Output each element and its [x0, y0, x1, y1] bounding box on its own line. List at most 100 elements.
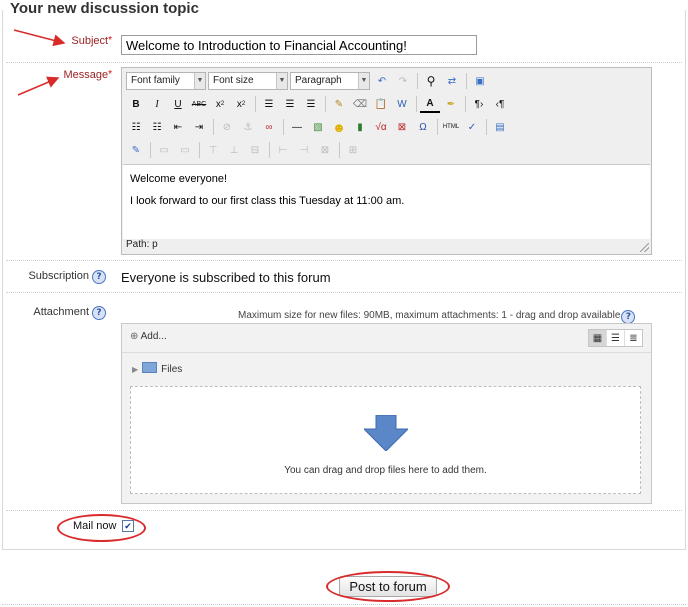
message-label-text: Message	[63, 69, 109, 81]
html-icon[interactable]: HTML	[441, 118, 461, 136]
subject-label: Subject*	[60, 35, 112, 47]
tree-view-icon[interactable]: ≣	[625, 330, 642, 346]
insert-col-before-icon[interactable]: ⊢	[273, 141, 293, 159]
spellchecker-icon[interactable]: ✓	[462, 118, 482, 136]
toolbar-separator	[437, 119, 438, 135]
subscription-label: Subscription?	[24, 270, 106, 284]
emoticon-icon[interactable]: ☻	[329, 118, 349, 136]
row-props-icon[interactable]: ▭	[154, 141, 174, 159]
align-center-icon[interactable]: ☰	[280, 95, 300, 113]
horizontal-rule-icon[interactable]: —	[287, 118, 307, 136]
remove-format-icon[interactable]: ⌫	[350, 95, 370, 113]
image-icon[interactable]: ▧	[308, 118, 328, 136]
paste-text-icon[interactable]: 📋	[371, 95, 391, 113]
numbered-list-icon[interactable]: ☷	[147, 118, 167, 136]
superscript-icon[interactable]: x2	[231, 95, 251, 113]
message-editor: Font family ▼ Font size ▼ Paragraph ▼ ↶ ↷ ⚲…	[121, 67, 652, 255]
font-size-select[interactable]: Font size ▼	[208, 72, 288, 90]
paste-word-icon[interactable]: W	[392, 95, 412, 113]
toolbar-separator	[417, 73, 418, 89]
toolbar-separator	[339, 142, 340, 158]
message-label: Message*	[55, 69, 112, 81]
rtl-icon[interactable]: ‹¶	[490, 95, 510, 113]
text-color-icon[interactable]: A	[420, 95, 440, 113]
unlink-icon[interactable]: ⊘	[217, 118, 237, 136]
subscription-value: Everyone is subscribed to this forum	[121, 270, 331, 285]
cleanup-icon[interactable]: ✎	[329, 95, 349, 113]
row-divider	[2, 604, 686, 605]
table-icon[interactable]: ✎	[126, 141, 146, 159]
toolbar-separator	[283, 119, 284, 135]
format-select[interactable]: Paragraph ▼	[290, 72, 370, 90]
font-family-select[interactable]: Font family ▼	[126, 72, 206, 90]
anchor-icon[interactable]: ⚓	[238, 118, 258, 136]
subject-input[interactable]	[121, 35, 477, 55]
row-divider	[6, 292, 682, 293]
align-left-icon[interactable]: ☰	[259, 95, 279, 113]
link-icon[interactable]: ∞	[259, 118, 279, 136]
subscription-label-text: Subscription	[28, 270, 89, 282]
delete-col-icon[interactable]: ⊠	[315, 141, 335, 159]
strikethrough-icon[interactable]: ABC	[189, 95, 209, 113]
insert-row-before-icon[interactable]: ⊤	[203, 141, 223, 159]
toolbar-separator	[466, 73, 467, 89]
help-icon[interactable]: ?	[92, 306, 106, 320]
redo-icon[interactable]: ↷	[393, 72, 413, 90]
row-divider	[6, 62, 682, 63]
grid-view-icon[interactable]: ▦	[589, 330, 607, 346]
folder-icon	[142, 362, 158, 373]
editor-toolbar-row-3: ☷ ☷ ⇤ ⇥ ⊘ ⚓ ∞ — ▧ ☻ ▮ √α ⊠ Ω HTML ✓ ▤	[126, 117, 511, 137]
form-legend: Your new discussion topic	[6, 0, 203, 17]
media-icon[interactable]: ▮	[350, 118, 370, 136]
fullscreen-icon[interactable]: ▣	[470, 72, 490, 90]
find-icon[interactable]: ⚲	[421, 72, 441, 90]
help-icon[interactable]: ?	[621, 310, 636, 324]
max-file-info-text: Maximum size for new files: 90MB, maximu…	[238, 310, 621, 321]
expand-arrow-icon: ▶	[132, 365, 139, 374]
list-view-icon[interactable]: ☰	[607, 330, 625, 346]
background-color-icon[interactable]: ✒	[441, 95, 461, 113]
undo-icon[interactable]: ↶	[372, 72, 392, 90]
bold-icon[interactable]: B	[126, 95, 146, 113]
delete-row-icon[interactable]: ⊟	[245, 141, 265, 159]
toolbar-separator	[416, 96, 417, 112]
subscript-icon[interactable]: x2	[210, 95, 230, 113]
toolbar-separator	[465, 96, 466, 112]
file-drop-zone[interactable]: You can drag and drop files here to add …	[130, 386, 641, 494]
add-file-label: Add...	[140, 331, 167, 342]
chevron-down-icon: ▼	[276, 73, 287, 89]
align-right-icon[interactable]: ☰	[301, 95, 321, 113]
message-paragraph: Welcome everyone!	[130, 173, 228, 185]
outdent-icon[interactable]: ⇤	[168, 118, 188, 136]
bullet-list-icon[interactable]: ☷	[126, 118, 146, 136]
font-family-label: Font family	[131, 75, 180, 86]
insert-row-after-icon[interactable]: ⊥	[224, 141, 244, 159]
special-char-icon[interactable]: Ω	[413, 118, 433, 136]
spellcheck-icon[interactable]: ⊠	[392, 118, 412, 136]
chevron-down-icon: ▼	[358, 73, 369, 89]
row-divider	[6, 510, 682, 511]
file-manager-toolbar: ⊕ Add... ▦ ☰ ≣	[122, 324, 651, 353]
help-icon[interactable]: ?	[92, 270, 106, 284]
indent-icon[interactable]: ⇥	[189, 118, 209, 136]
underline-icon[interactable]: U	[168, 95, 188, 113]
message-content-area[interactable]: Welcome everyone! I look forward to our …	[123, 164, 650, 239]
insert-col-after-icon[interactable]: ⊣	[294, 141, 314, 159]
replace-icon[interactable]: ⇄	[442, 72, 462, 90]
ltr-icon[interactable]: ¶›	[469, 95, 489, 113]
equation-icon[interactable]: √α	[371, 118, 391, 136]
drop-zone-text: You can drag and drop files here to add …	[284, 465, 487, 476]
toolbar-separator	[213, 119, 214, 135]
italic-icon[interactable]: I	[147, 95, 167, 113]
merge-cells-icon[interactable]: ⊞	[343, 141, 363, 159]
add-file-button[interactable]: ⊕ Add...	[130, 331, 167, 342]
annotation-circle-post-button	[326, 571, 450, 602]
toolbar-separator	[255, 96, 256, 112]
format-label: Paragraph	[295, 75, 342, 86]
cell-props-icon[interactable]: ▭	[175, 141, 195, 159]
editor-toolbar-row-4: ✎ ▭ ▭ ⊤ ⊥ ⊟ ⊢ ⊣ ⊠ ⊞	[126, 140, 364, 160]
page-break-icon[interactable]: ▤	[490, 118, 510, 136]
editor-path: Path: p	[126, 239, 158, 250]
resize-handle-icon[interactable]	[640, 243, 649, 252]
files-folder-row[interactable]: ▶ Files	[132, 362, 182, 375]
